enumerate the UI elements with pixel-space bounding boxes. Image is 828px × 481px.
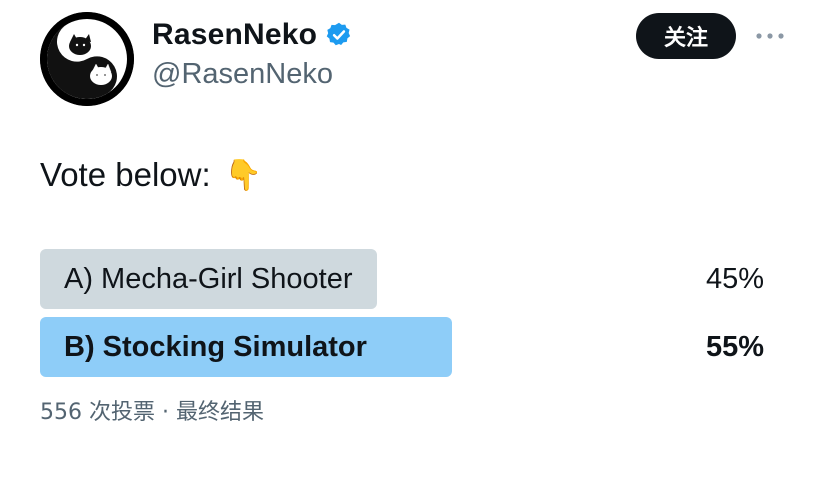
poll-option-label-a: A) Mecha-Girl Shooter	[64, 262, 353, 295]
tweet-text: Vote below: 👇	[40, 156, 262, 194]
follow-button[interactable]: 关注	[636, 13, 736, 59]
poll-option-b: B) Stocking Simulator 55%	[40, 317, 780, 377]
author-name[interactable]: RasenNeko	[152, 18, 353, 52]
avatar[interactable]	[40, 12, 134, 106]
more-horizontal-icon[interactable]	[753, 24, 787, 48]
verified-badge-icon[interactable]	[325, 21, 353, 49]
poll-option-percent-b: 55%	[705, 330, 764, 363]
pointing-down-hand-icon: 👇	[224, 158, 262, 192]
author-display-name[interactable]: RasenNeko	[152, 18, 317, 52]
poll-option-label-b: B) Stocking Simulator	[64, 330, 367, 363]
poll-option-percent-a: 45%	[705, 262, 764, 295]
yin-yang-cats-avatar	[40, 12, 134, 106]
poll-footer: 556 次投票 · 最终结果	[40, 400, 264, 425]
author-handle[interactable]: @RasenNeko	[152, 58, 333, 91]
tweet-body: Vote below:	[40, 156, 211, 193]
poll-option-a: A) Mecha-Girl Shooter 45%	[40, 249, 780, 309]
